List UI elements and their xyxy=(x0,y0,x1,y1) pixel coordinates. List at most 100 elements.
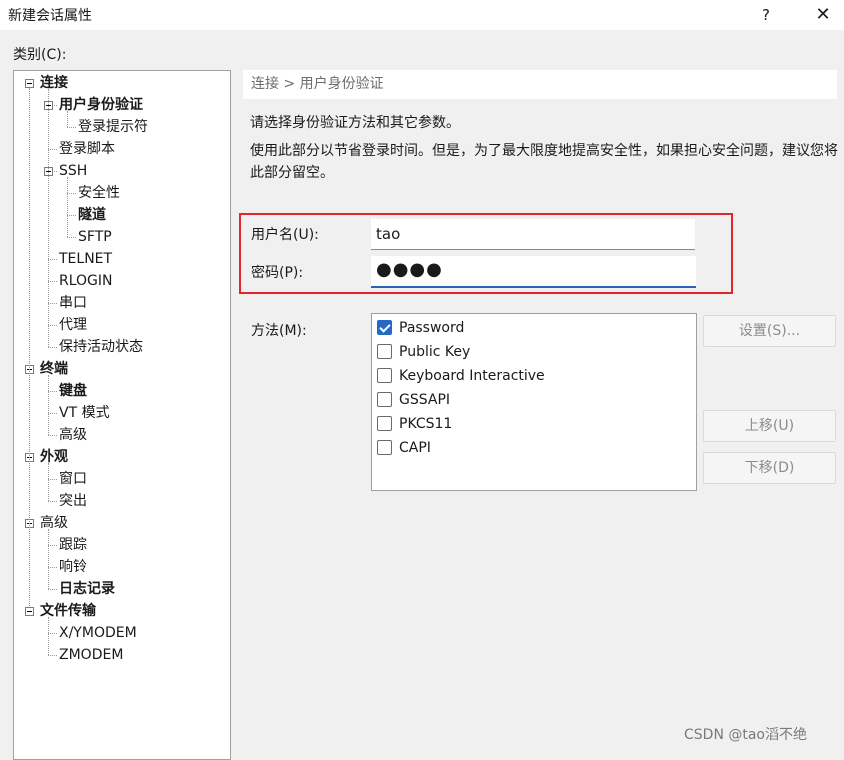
tree-connector xyxy=(48,435,57,436)
watermark: CSDN @tao滔不绝 xyxy=(684,727,807,743)
tree-item[interactable]: SFTP xyxy=(78,226,112,248)
tree-item-label: ZMODEM xyxy=(59,647,124,663)
collapse-icon[interactable] xyxy=(25,607,34,616)
tree-item[interactable]: 终端 xyxy=(40,358,68,380)
tree-item-label: RLOGIN xyxy=(59,273,113,289)
tree-item[interactable]: 高级 xyxy=(40,512,68,534)
window-title: 新建会话属性 xyxy=(8,8,92,24)
tree-item[interactable]: 代理 xyxy=(59,314,87,336)
tree-item[interactable]: ZMODEM xyxy=(59,644,123,666)
tree-connector xyxy=(29,88,30,606)
tree-item[interactable]: 用户身份验证 xyxy=(59,94,143,116)
method-label: GSSAPI xyxy=(399,392,451,408)
tree-item-label: 日志记录 xyxy=(59,581,115,597)
tree-connector xyxy=(48,391,57,392)
tree-item-label: TELNET xyxy=(59,251,113,267)
tree-item-label: 用户身份验证 xyxy=(59,97,143,113)
tree-item-label: 窗口 xyxy=(59,471,87,487)
method-label: Keyboard Interactive xyxy=(399,368,545,384)
tree-connector xyxy=(54,171,57,172)
tree-item[interactable]: 隧道 xyxy=(78,204,106,226)
password-input[interactable]: ●●●● xyxy=(371,256,696,288)
tree-connector xyxy=(67,215,76,216)
tree-connector xyxy=(67,127,76,128)
username-label: 用户名(U): xyxy=(251,227,319,243)
tree-connector xyxy=(48,325,57,326)
tree-item[interactable]: 登录提示符 xyxy=(78,116,148,138)
description-line1: 请选择身份验证方法和其它参数。 xyxy=(250,115,460,131)
tree-item-label: SSH xyxy=(59,163,88,179)
tree-item-label: 代理 xyxy=(59,317,87,333)
tree-item-label: 串口 xyxy=(59,295,87,311)
checkbox-icon[interactable] xyxy=(377,344,392,359)
tree-connector xyxy=(48,589,57,590)
tree-connector xyxy=(48,413,57,414)
tree-connector xyxy=(48,89,49,347)
checkbox-checked-icon[interactable] xyxy=(377,320,392,335)
tree-connector xyxy=(48,479,57,480)
checkbox-icon[interactable] xyxy=(377,392,392,407)
tree-connector xyxy=(48,463,49,501)
username-input[interactable]: tao xyxy=(371,219,695,250)
tree-item[interactable]: 键盘 xyxy=(59,380,87,402)
tree-item[interactable]: TELNET xyxy=(59,248,112,270)
tree-connector xyxy=(67,237,76,238)
collapse-icon[interactable] xyxy=(25,79,34,88)
tree-connector xyxy=(67,111,68,127)
move-down-button[interactable]: 下移(D) xyxy=(703,452,836,484)
tree-item-label: 突出 xyxy=(59,493,87,509)
tree-item-label: X/YMODEM xyxy=(59,625,137,641)
password-label: 密码(P): xyxy=(251,265,304,281)
tree-connector xyxy=(48,259,57,260)
checkbox-icon[interactable] xyxy=(377,368,392,383)
tree-connector xyxy=(48,545,57,546)
tree-item[interactable]: 串口 xyxy=(59,292,87,314)
tree-item[interactable]: 高级 xyxy=(59,424,87,446)
method-list[interactable]: Password Public Key Keyboard Interactive GS… xyxy=(371,313,697,491)
checkbox-icon[interactable] xyxy=(377,440,392,455)
tree-connector xyxy=(67,193,76,194)
settings-button[interactable]: 设置(S)... xyxy=(703,315,836,347)
tree-item[interactable]: 连接 xyxy=(40,72,68,94)
tree-connector xyxy=(48,567,57,568)
tree-connector xyxy=(48,149,57,150)
tree-item[interactable]: X/YMODEM xyxy=(59,622,137,644)
tree-item-label: VT 模式 xyxy=(59,405,110,421)
tree-item[interactable]: 安全性 xyxy=(78,182,120,204)
tree-connector xyxy=(48,529,49,589)
tree-item-label: 登录脚本 xyxy=(59,141,115,157)
tree-item[interactable]: 登录脚本 xyxy=(59,138,115,160)
tree-item-label: 跟踪 xyxy=(59,537,87,553)
tree-item-label: SFTP xyxy=(78,229,112,245)
tree-connector xyxy=(67,177,68,237)
method-label: CAPI xyxy=(399,440,431,456)
tree-connector xyxy=(48,281,57,282)
tree-item[interactable]: SSH xyxy=(59,160,87,182)
tree-item[interactable]: 响铃 xyxy=(59,556,87,578)
tree-item[interactable]: RLOGIN xyxy=(59,270,113,292)
tree-connector xyxy=(48,633,57,634)
description-line2: 使用此部分以节省登录时间。但是，为了最大限度地提高安全性，如果担心安全问题，建议… xyxy=(250,143,838,181)
category-tree[interactable]: 连接用户身份验证登录提示符登录脚本 SSH 安全性隧道 SFTP TELNET RLOGI… xyxy=(13,70,231,760)
tree-item[interactable]: 突出 xyxy=(59,490,87,512)
tree-item-label: 响铃 xyxy=(59,559,87,575)
tree-item-label: 键盘 xyxy=(59,383,87,399)
tree-connector xyxy=(48,375,49,435)
tree-item[interactable]: 跟踪 xyxy=(59,534,87,556)
close-button[interactable]: ✕ xyxy=(808,2,838,28)
tree-item[interactable]: VT 模式 xyxy=(59,402,110,424)
checkbox-icon[interactable] xyxy=(377,416,392,431)
move-up-button[interactable]: 上移(U) xyxy=(703,410,836,442)
tree-item-label: 高级 xyxy=(59,427,87,443)
tree-item[interactable]: 窗口 xyxy=(59,468,87,490)
breadcrumb: 连接 > 用户身份验证 xyxy=(243,70,837,99)
help-button[interactable]: ? xyxy=(752,2,780,28)
title-bar: 新建会话属性 ? ✕ xyxy=(0,0,844,30)
tree-item[interactable]: 外观 xyxy=(40,446,68,468)
tree-item[interactable]: 保持活动状态 xyxy=(59,336,143,358)
tree-item[interactable]: 日志记录 xyxy=(59,578,115,600)
method-label: Public Key xyxy=(399,344,471,360)
tree-connector xyxy=(48,303,57,304)
method-label: PKCS11 xyxy=(399,416,453,432)
tree-item-label: 安全性 xyxy=(78,185,120,201)
